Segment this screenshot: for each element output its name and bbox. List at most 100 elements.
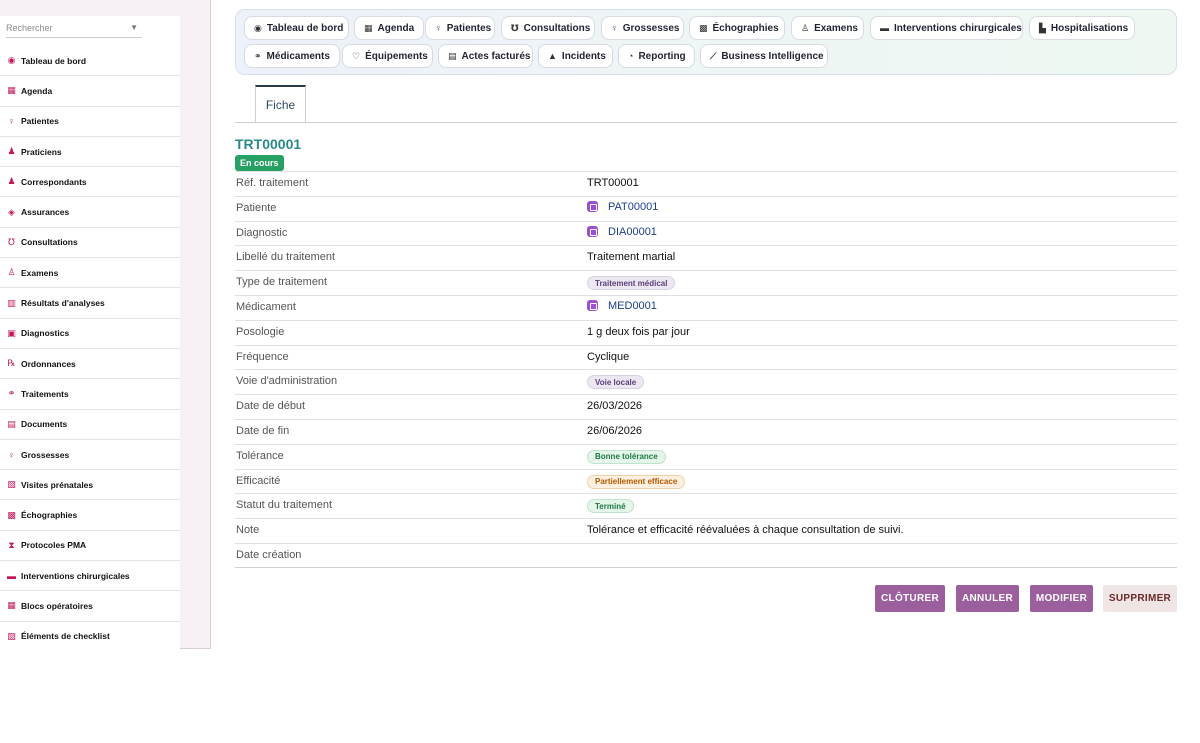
sidebar-item-visites-prenatales[interactable]: ▧ Visites prénatales — [0, 470, 180, 501]
sidebar-item-examens[interactable]: ♙ Examens — [0, 258, 180, 289]
module-button-label: Agenda — [377, 22, 415, 34]
link-text[interactable]: DIA00001 — [608, 226, 657, 238]
sidebar-item-elements-de-checklist[interactable]: ▨ Éléments de checklist — [0, 622, 180, 649]
module-button-actes-factures[interactable]: ▤ Actes facturés — [438, 44, 533, 68]
module-button-interventions-chirurgicales[interactable]: ▬ Interventions chirurgicales — [870, 16, 1023, 40]
sidebar-item-label: Praticiens — [21, 146, 62, 157]
module-button-consultations[interactable]: ℧ Consultations — [501, 16, 595, 40]
sidebar-item-label: Éléments de checklist — [21, 631, 110, 642]
record-link[interactable]: MED0001 — [587, 300, 657, 312]
module-button-echographies[interactable]: ▩ Échographies — [689, 16, 785, 40]
user-icon: ♟ — [7, 176, 16, 187]
sidebar-item-label: Visites prénatales — [21, 479, 94, 490]
module-button-agenda[interactable]: ▦ Agenda — [354, 16, 424, 40]
female-icon: ♀ — [8, 116, 15, 127]
module-button-label: Tableau de bord — [266, 22, 344, 34]
field-value: TRT00001 — [587, 177, 639, 189]
sidebar-item-correspondants[interactable]: ♟ Correspondants — [0, 167, 180, 198]
link-record-icon — [587, 300, 598, 312]
tab-label: Fiche — [265, 98, 296, 112]
dashboard-icon: ◉ — [7, 55, 16, 66]
chevron-down-icon[interactable]: ▼ — [130, 23, 138, 32]
sidebar-item-patientes[interactable]: ♀ Patientes — [0, 107, 180, 137]
status-badge: En cours — [235, 155, 284, 171]
pregnancy-icon: ♀ — [8, 449, 15, 460]
link-record-icon — [587, 226, 598, 238]
field-label: Médicament — [236, 300, 296, 313]
sidebar-item-grossesses[interactable]: ♀ Grossesses — [0, 440, 180, 471]
link-text[interactable]: PAT00001 — [608, 201, 658, 213]
supprimer-button[interactable]: SUPPRIMER — [1103, 585, 1177, 612]
link-text[interactable]: MED0001 — [608, 300, 657, 312]
sidebar-item-documents[interactable]: ▤ Documents — [0, 410, 180, 440]
module-button-equipements[interactable]: ♡ Équipements — [342, 44, 433, 68]
module-button-grossesses[interactable]: ♀ Grossesses — [601, 16, 684, 40]
module-button-medicaments[interactable]: ⚭ Médicaments — [244, 44, 340, 68]
sidebar-item-consultations[interactable]: ℧ Consultations — [0, 228, 180, 259]
module-button-incidents[interactable]: ▲ Incidents — [538, 44, 613, 68]
sidebar-item-tableau-de-bord[interactable]: ◉ Tableau de bord — [0, 46, 180, 77]
search-input[interactable]: Rechercher ▼ — [6, 18, 142, 38]
module-button-business-intelligence[interactable]: ⟋ Business Intelligence — [700, 44, 828, 68]
field-row-libelle-du-traitement: Libellé du traitement Traitement martial — [235, 245, 1177, 270]
field-label: Type de traitement — [236, 276, 328, 289]
record-link[interactable]: DIA00001 — [587, 226, 657, 238]
sidebar: Rechercher ▼ ◉ Tableau de bord ▦ Agenda ♀ Pat… — [0, 0, 211, 649]
field-row-medicament: Médicament MED0001 — [235, 294, 1177, 320]
record-link[interactable]: PAT00001 — [587, 201, 658, 213]
sidebar-panel: Rechercher ▼ ◉ Tableau de bord ▦ Agenda ♀ Pat… — [0, 16, 180, 649]
module-button-tableau-de-bord[interactable]: ◉ Tableau de bord — [244, 16, 349, 40]
module-button-reporting[interactable]: ◔ Reporting — [618, 44, 695, 68]
module-button-label: Hospitalisations — [1050, 22, 1129, 34]
clipboard-icon: ▧ — [7, 479, 16, 490]
sidebar-item-label: Blocs opératoires — [21, 600, 93, 611]
module-button-label: Patientes — [446, 22, 492, 34]
sidebar-item-label: Traitements — [21, 388, 69, 399]
sidebar-item-praticiens[interactable]: ♟ Praticiens — [0, 137, 180, 168]
sidebar-item-label: Documents — [21, 419, 68, 430]
field-label: Date de fin — [236, 424, 290, 437]
sidebar-item-resultats-d-analyses[interactable]: ▥ Résultats d'analyses — [0, 288, 180, 319]
annuler-button[interactable]: ANNULER — [956, 585, 1019, 612]
value-badge: Terminé — [587, 499, 634, 514]
pregnancy-icon: ♀ — [611, 23, 618, 33]
field-row-date-de-debut: Date de début 26/03/2026 — [235, 394, 1177, 419]
module-bar: ◉ Tableau de bord ▦ Agenda ♀ Patientes ℧ Consul… — [235, 9, 1177, 75]
field-label: Note — [236, 524, 260, 537]
sidebar-item-interventions-chirurgicales[interactable]: ▬ Interventions chirurgicales — [0, 561, 180, 592]
sidebar-item-echographies[interactable]: ▩ Échographies — [0, 500, 180, 531]
field-label: Patiente — [236, 201, 277, 214]
invoice-icon: ▤ — [448, 50, 457, 61]
module-button-label: Reporting — [638, 50, 686, 62]
sidebar-item-assurances[interactable]: ◈ Assurances — [0, 197, 180, 228]
field-label: Libellé du traitement — [236, 251, 336, 264]
cloturer-button[interactable]: CLÔTURER — [875, 585, 945, 612]
field-row-type-de-traitement: Type de traitement Traitement médical — [235, 270, 1177, 295]
sidebar-item-blocs-operatoires[interactable]: ▦ Blocs opératoires — [0, 591, 180, 622]
stethoscope-icon: ℧ — [511, 22, 519, 33]
sidebar-item-diagnostics[interactable]: ▣ Diagnostics — [0, 319, 180, 349]
module-button-hospitalisations[interactable]: ▙ Hospitalisations — [1029, 16, 1135, 40]
sidebar-item-protocoles-pma[interactable]: ⧗ Protocoles PMA — [0, 531, 180, 562]
detail-table: Réf. traitement TRT00001 Patiente PAT00001 D… — [235, 171, 1177, 568]
shield-icon: ◈ — [8, 206, 15, 217]
field-row-frequence: Fréquence Cyclique — [235, 344, 1177, 370]
sidebar-item-label: Résultats d'analyses — [21, 298, 105, 309]
module-button-label: Actes facturés — [461, 50, 531, 62]
field-label: Statut du traitement — [236, 499, 332, 512]
tab-fiche[interactable]: Fiche — [255, 85, 306, 123]
sidebar-item-traitements[interactable]: ⚭ Traitements — [0, 379, 180, 410]
field-row-tolerance: Tolérance Bonne tolérance — [235, 443, 1177, 469]
sidebar-item-agenda[interactable]: ▦ Agenda — [0, 76, 180, 107]
record-title: TRT00001 — [235, 136, 302, 152]
lab-results-icon: ▥ — [7, 297, 16, 308]
field-label: Efficacité — [236, 474, 281, 487]
stethoscope-icon: ℧ — [8, 236, 15, 247]
module-button-examens[interactable]: ♙ Examens — [791, 16, 864, 40]
sidebar-item-label: Consultations — [21, 237, 78, 248]
diagnostic-icon: ▣ — [7, 327, 16, 338]
sidebar-item-ordonnances[interactable]: ℞ Ordonnances — [0, 349, 180, 380]
modifier-button[interactable]: MODIFIER — [1030, 585, 1093, 612]
module-button-patientes[interactable]: ♀ Patientes — [425, 16, 495, 40]
field-value: Cyclique — [587, 350, 630, 363]
